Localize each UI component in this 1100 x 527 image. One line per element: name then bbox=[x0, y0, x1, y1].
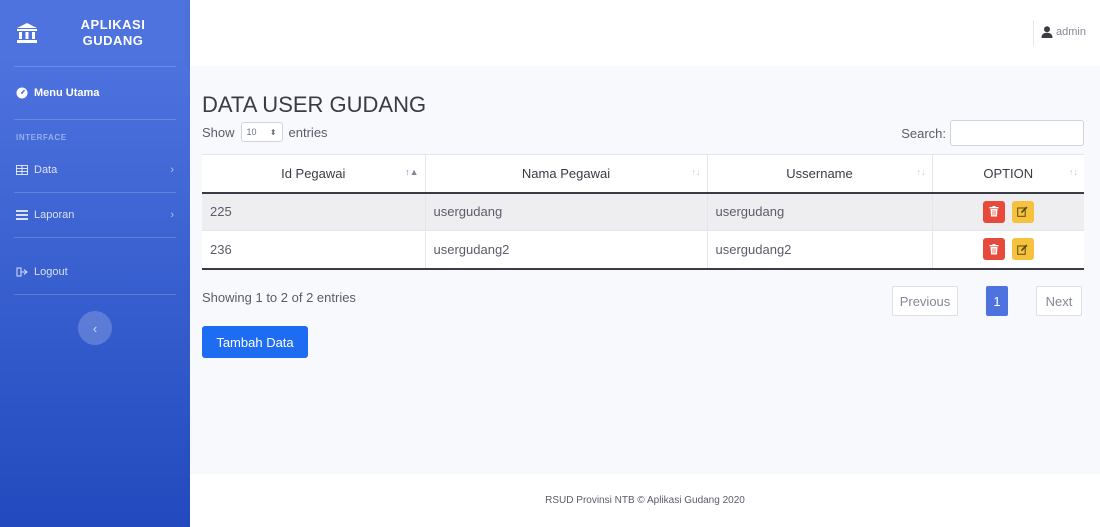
main-content: DATA USER GUDANG Show 10 ⬍ entries Searc… bbox=[190, 66, 1100, 474]
delete-button[interactable] bbox=[982, 200, 1005, 223]
column-header-id[interactable]: Id Pegawai ↑▲ bbox=[202, 154, 426, 194]
cell-id: 236 bbox=[202, 230, 426, 270]
cell-username: usergudang bbox=[707, 192, 933, 231]
sidebar-divider bbox=[14, 237, 176, 238]
users-table: Id Pegawai ↑▲ Nama Pegawai ↑↓ Ussername … bbox=[202, 154, 1084, 270]
table-icon bbox=[16, 164, 28, 176]
brand-line-2: GUDANG bbox=[82, 33, 144, 48]
table-row: 225 usergudang usergudang bbox=[202, 192, 1084, 231]
chevron-left-icon: ‹ bbox=[92, 320, 98, 336]
sidebar-item-label: Menu Utama bbox=[34, 87, 100, 99]
trash-icon bbox=[989, 243, 999, 255]
user-menu[interactable]: admin bbox=[1041, 26, 1086, 38]
brand-line-1: APLIKASI bbox=[80, 17, 146, 32]
cell-username: usergudang2 bbox=[707, 230, 933, 270]
sidebar-item-logout[interactable]: Logout bbox=[0, 250, 190, 294]
sidebar-item-menu-utama[interactable]: Menu Utama bbox=[0, 67, 190, 119]
edit-button[interactable] bbox=[1011, 238, 1034, 261]
column-label: Id Pegawai bbox=[281, 165, 346, 181]
column-header-option[interactable]: OPTION ↑↓ bbox=[932, 154, 1084, 194]
cell-id: 225 bbox=[202, 192, 426, 231]
sidebar-divider bbox=[14, 294, 176, 295]
sidebar-brand[interactable]: APLIKASI GUDANG bbox=[0, 0, 190, 66]
show-label: Show bbox=[202, 124, 235, 140]
entries-select-value: 10 bbox=[246, 127, 257, 137]
column-label: Nama Pegawai bbox=[521, 165, 611, 181]
pagination: Previous 1 Next bbox=[892, 286, 1082, 316]
sort-icon: ↑↓ bbox=[691, 167, 701, 177]
table-row: 236 usergudang2 usergudang2 bbox=[202, 230, 1084, 270]
add-data-button[interactable]: Tambah Data bbox=[202, 326, 308, 358]
delete-button[interactable] bbox=[982, 238, 1005, 261]
username-label: admin bbox=[1056, 26, 1086, 38]
user-icon bbox=[1041, 26, 1053, 38]
cell-nama: usergudang bbox=[425, 192, 708, 231]
sidebar-item-data[interactable]: Data › bbox=[0, 148, 190, 192]
sidebar: APLIKASI GUDANG Menu Utama INTERFACE Dat… bbox=[0, 0, 190, 527]
sidebar-item-laporan[interactable]: Laporan › bbox=[0, 193, 190, 237]
brand-name: APLIKASI GUDANG bbox=[78, 17, 148, 49]
search-label: Search: bbox=[901, 125, 946, 141]
sidebar-divider bbox=[14, 119, 176, 120]
list-icon bbox=[16, 209, 28, 221]
cell-nama: usergudang2 bbox=[425, 230, 708, 270]
topbar: admin bbox=[190, 0, 1100, 66]
sort-icon: ↑↓ bbox=[916, 167, 926, 177]
sort-asc-icon: ↑▲ bbox=[405, 167, 419, 177]
dashboard-icon bbox=[16, 87, 28, 99]
edit-icon bbox=[1017, 206, 1028, 218]
institution-icon bbox=[17, 23, 37, 43]
next-button[interactable]: Next bbox=[1036, 286, 1082, 316]
sidebar-item-label: Laporan bbox=[34, 209, 75, 221]
sidebar-item-label: Logout bbox=[34, 266, 68, 278]
entries-label: entries bbox=[288, 124, 328, 140]
search-control: Search: bbox=[901, 120, 1084, 146]
cell-option bbox=[932, 192, 1084, 231]
column-label: Ussername bbox=[786, 165, 853, 181]
entries-length-control: Show 10 ⬍ entries bbox=[202, 122, 328, 142]
sort-updown-icon: ⬍ bbox=[269, 127, 277, 137]
sidebar-toggle-button[interactable]: ‹ bbox=[78, 311, 112, 345]
chevron-right-icon: › bbox=[170, 164, 174, 176]
sign-out-icon bbox=[16, 266, 28, 278]
entries-select[interactable]: 10 ⬍ bbox=[240, 122, 283, 142]
chevron-right-icon: › bbox=[170, 209, 174, 221]
page-button-1[interactable]: 1 bbox=[986, 286, 1008, 316]
sidebar-heading: INTERFACE bbox=[16, 132, 67, 142]
trash-icon bbox=[989, 206, 999, 217]
footer: RSUD Provinsi NTB © Aplikasi Gudang 2020 bbox=[190, 474, 1100, 527]
sort-icon: ↑↓ bbox=[1069, 167, 1078, 177]
edit-icon bbox=[1017, 244, 1028, 255]
topbar-divider bbox=[1033, 20, 1034, 46]
sidebar-item-label: Data bbox=[34, 164, 58, 176]
previous-button[interactable]: Previous bbox=[892, 286, 958, 316]
edit-button[interactable] bbox=[1011, 200, 1034, 223]
table-header-row: Id Pegawai ↑▲ Nama Pegawai ↑↓ Ussername … bbox=[202, 154, 1084, 194]
search-input[interactable] bbox=[950, 120, 1084, 146]
cell-option bbox=[932, 230, 1084, 270]
column-header-nama[interactable]: Nama Pegawai ↑↓ bbox=[425, 154, 708, 194]
page-title: DATA USER GUDANG bbox=[202, 92, 427, 117]
footer-text: RSUD Provinsi NTB © Aplikasi Gudang 2020 bbox=[545, 495, 745, 506]
column-label: OPTION bbox=[983, 165, 1034, 181]
column-header-username[interactable]: Ussername ↑↓ bbox=[707, 154, 933, 194]
table-info: Showing 1 to 2 of 2 entries bbox=[202, 290, 356, 305]
